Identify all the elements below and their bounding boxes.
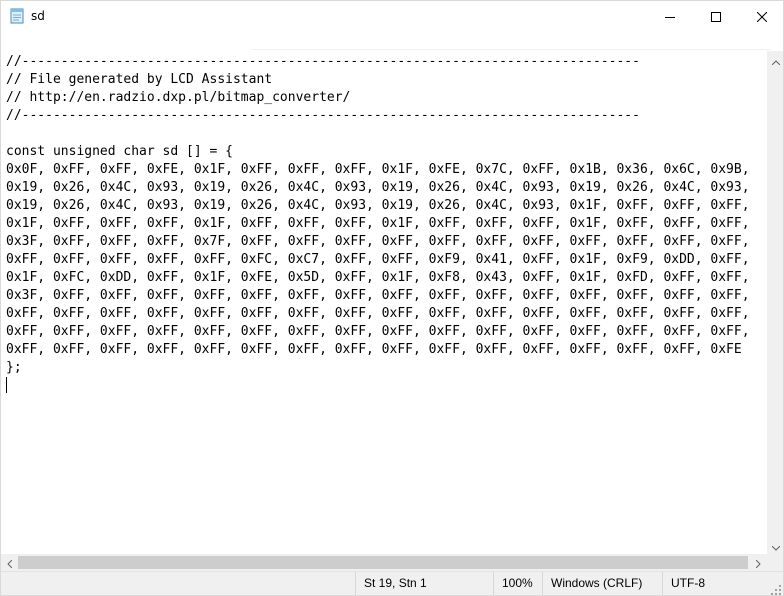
close-icon [756, 7, 768, 26]
line-ending: Windows (CRLF) [542, 572, 662, 595]
editor-line[interactable]: const unsigned char sd [] = { [6, 144, 233, 159]
editor-line[interactable]: 0xFF, 0xFF, 0xFF, 0xFF, 0xFF, 0xFF, 0xFF… [6, 342, 742, 357]
notepad-window: sd //-----------------------------------… [0, 0, 784, 596]
vertical-scrollbar[interactable] [767, 50, 783, 555]
close-button[interactable] [739, 1, 783, 32]
arrow-right-icon [755, 553, 761, 572]
editor-line[interactable]: 0x0F, 0xFF, 0xFF, 0xFE, 0x1F, 0xFF, 0xFF… [6, 162, 750, 177]
horizontal-scroll-thumb[interactable] [18, 556, 748, 569]
minimize-icon [665, 7, 675, 26]
encoding: UTF-8 [662, 572, 783, 595]
arrow-down-icon [771, 536, 780, 555]
arrow-left-icon [7, 553, 13, 572]
editor-content[interactable]: //--------------------------------------… [6, 53, 750, 377]
text-caret [6, 377, 7, 393]
editor-line[interactable]: // File generated by LCD Assistant [6, 72, 272, 87]
scroll-right-button[interactable] [750, 554, 767, 571]
editor-line[interactable]: 0xFF, 0xFF, 0xFF, 0xFF, 0xFF, 0xFF, 0xFF… [6, 324, 750, 339]
text-editor[interactable]: //--------------------------------------… [1, 51, 767, 554]
cursor-position: St 19, Stn 1 [355, 572, 493, 595]
title-bar[interactable]: sd [1, 1, 783, 32]
horizontal-scrollbar[interactable] [1, 554, 767, 571]
scroll-left-button[interactable] [1, 554, 18, 571]
editor-line[interactable]: //--------------------------------------… [6, 54, 640, 69]
scrollbar-corner [767, 554, 783, 571]
scroll-down-button[interactable] [767, 536, 783, 555]
notepad-icon [10, 8, 24, 24]
maximize-button[interactable] [693, 1, 739, 32]
editor-line[interactable]: 0xFF, 0xFF, 0xFF, 0xFF, 0xFF, 0xFC, 0xC7… [6, 252, 750, 267]
resize-grip-icon[interactable] [771, 584, 781, 595]
arrow-up-icon [771, 50, 780, 69]
editor-line[interactable]: 0x19, 0x26, 0x4C, 0x93, 0x19, 0x26, 0x4C… [6, 180, 750, 195]
zoom-level: 100% [493, 572, 542, 595]
minimize-button[interactable] [647, 1, 693, 32]
editor-line[interactable]: }; [6, 360, 22, 375]
editor-line[interactable]: 0x3F, 0xFF, 0xFF, 0xFF, 0xFF, 0xFF, 0xFF… [6, 288, 750, 303]
editor-line[interactable]: 0x3F, 0xFF, 0xFF, 0xFF, 0x7F, 0xFF, 0xFF… [6, 234, 750, 249]
editor-line[interactable]: 0x1F, 0xFC, 0xDD, 0xFF, 0x1F, 0xFE, 0x5D… [6, 270, 750, 285]
editor-line[interactable]: // http://en.radzio.dxp.pl/bitmap_conver… [6, 90, 350, 105]
maximize-icon [711, 7, 721, 26]
scroll-up-button[interactable] [767, 50, 783, 69]
editor-line[interactable]: //--------------------------------------… [6, 108, 640, 123]
editor-line[interactable]: 0x1F, 0xFF, 0xFF, 0xFF, 0x1F, 0xFF, 0xFF… [6, 216, 750, 231]
editor-line[interactable]: 0x19, 0x26, 0x4C, 0x93, 0x19, 0x26, 0x4C… [6, 198, 750, 213]
status-bar: St 19, Stn 1 100% Windows (CRLF) UTF-8 [1, 571, 783, 595]
window-title: sd [31, 9, 45, 23]
menu-bar [1, 32, 783, 51]
menu-divider [251, 49, 771, 50]
editor-line[interactable]: 0xFF, 0xFF, 0xFF, 0xFF, 0xFF, 0xFF, 0xFF… [6, 306, 750, 321]
